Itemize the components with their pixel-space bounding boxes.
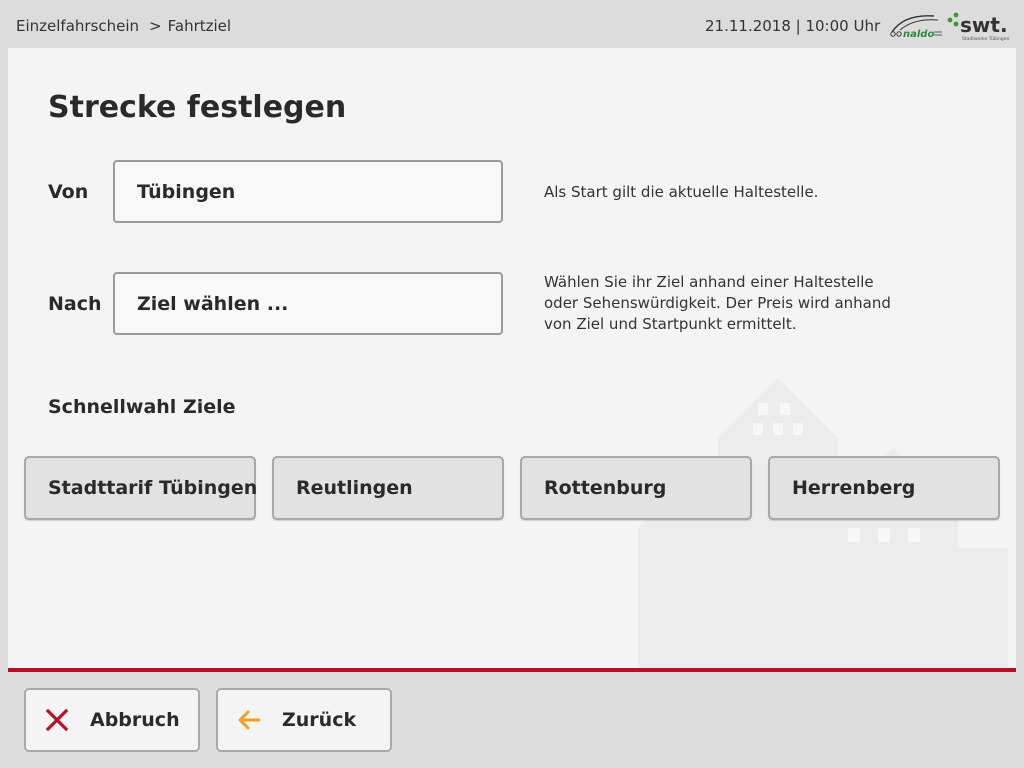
to-label: Nach <box>48 293 102 315</box>
naldo-logo-text: naldo <box>903 29 934 40</box>
quick-select-label: Schnellwahl Ziele <box>48 396 236 418</box>
swt-logo-text: swt. <box>960 13 1008 37</box>
naldo-logo: naldo <box>890 15 942 40</box>
from-hint: Als Start gilt die aktuelle Haltestelle. <box>544 183 819 201</box>
swt-logo-subtext: Stadtwerke Tübingen <box>962 36 1010 42</box>
swt-logo: swt. Stadtwerke Tübingen <box>947 12 1010 42</box>
quick-select-reutlingen-button[interactable]: Reutlingen <box>272 456 504 520</box>
cancel-button[interactable]: Abbruch <box>24 688 200 752</box>
page-title: Strecke festlegen <box>48 90 347 125</box>
to-hint: Wählen Sie ihr Ziel anhand einer Haltest… <box>544 273 891 333</box>
back-button[interactable]: Zurück <box>216 688 392 752</box>
back-button-label: Zurück <box>282 709 357 731</box>
breadcrumb-item-ticket[interactable]: Einzelfahrschein <box>16 17 139 35</box>
breadcrumb: Einzelfahrschein > Fahrtziel <box>16 17 231 35</box>
close-icon <box>44 707 70 733</box>
arrow-left-icon <box>236 707 262 733</box>
to-field-value: Ziel wählen ... <box>137 292 289 315</box>
quick-select-stadttarif-tuebingen-button[interactable]: Stadttarif Tübingen <box>24 456 257 520</box>
from-label: Von <box>48 181 89 203</box>
top-bar: Einzelfahrschein > Fahrtziel 21.11.2018 | … <box>0 0 1024 48</box>
building-watermark-icon <box>638 378 1008 668</box>
breadcrumb-separator: > <box>149 17 162 35</box>
quick-select-rottenburg-button[interactable]: Rottenburg <box>520 456 752 520</box>
date-time-display: 21.11.2018 | 10:00 Uhr <box>705 17 881 35</box>
cancel-button-label: Abbruch <box>90 709 180 731</box>
breadcrumb-item-destination: Fahrtziel <box>167 17 232 35</box>
main-panel: Strecke festlegen Von Tübingen Als Start… <box>8 48 1016 672</box>
from-field[interactable]: Tübingen <box>113 160 503 223</box>
from-field-value: Tübingen <box>137 180 236 203</box>
to-field[interactable]: Ziel wählen ... <box>113 272 503 335</box>
quick-select-herrenberg-button[interactable]: Herrenberg <box>768 456 1000 520</box>
